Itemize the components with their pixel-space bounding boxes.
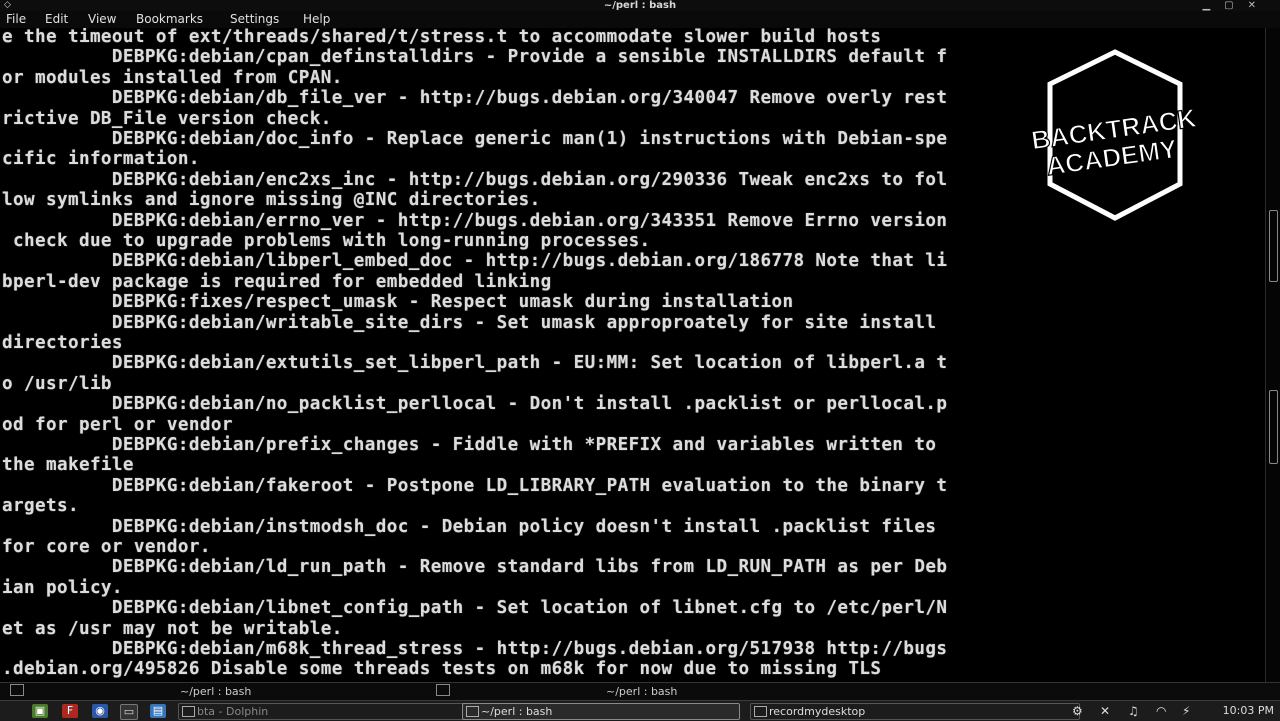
terminal-line: o /usr/lib (2, 373, 112, 394)
terminal-line: DEBPKG:debian/writable_site_dirs - Set u… (2, 312, 937, 333)
terminal-line: DEBPKG:debian/prefix_changes - Fiddle wi… (2, 435, 937, 455)
terminal-tabbar: ~/perl : bash ~/perl : bash (0, 682, 1280, 701)
terminal-line: the makefile (2, 455, 134, 476)
terminal-line: DEBPKG:debian/ld_run_path - Remove stand… (2, 557, 948, 578)
terminal-line: DEBPKG:fixes/respect_umask - Respect uma… (2, 292, 794, 313)
terminal-line: bperl-dev package is required for embedd… (2, 271, 552, 292)
terminal-line: DEBPKG:debian/fakeroot - Postpone LD_LIB… (2, 475, 948, 496)
scrollbar-thumb[interactable] (1269, 210, 1278, 282)
minimize-icon[interactable]: ▁ (1202, 0, 1224, 11)
terminal-line: e the timeout of ext/threads/shared/t/st… (2, 28, 882, 47)
window-titlebar: ◇ ~/perl : bash ▁▢✕ (0, 0, 1280, 11)
menubar: File Edit View Bookmarks Settings Help (0, 11, 1280, 28)
menu-edit[interactable]: Edit (45, 12, 68, 26)
terminal-line: for core or vendor. (2, 537, 211, 557)
terminal-line: .debian.org/495826 Disable some threads … (2, 659, 882, 680)
task-dolphin[interactable]: bta - Dolphin (178, 703, 468, 720)
menu-settings[interactable]: Settings (230, 12, 279, 26)
menu-file[interactable]: File (6, 12, 26, 26)
clock[interactable]: 10:03 PM (1223, 704, 1274, 717)
terminal-scrollbar[interactable] (1265, 28, 1280, 682)
file-manager-icon[interactable]: ▤ (150, 704, 166, 718)
terminal-line: DEBPKG:debian/libperl_embed_doc - http:/… (2, 251, 948, 272)
tab-menu-icon[interactable] (436, 684, 450, 696)
volume-icon[interactable]: ♫ (1128, 704, 1139, 718)
terminal-line: DEBPKG:debian/doc_info - Replace generic… (2, 129, 948, 149)
power-icon[interactable]: ⚡ (1182, 704, 1190, 718)
terminal-line: DEBPKG:debian/cpan_definstalldirs - Prov… (2, 47, 948, 68)
menu-help[interactable]: Help (303, 12, 330, 26)
scrollbar-thumb-secondary[interactable] (1269, 390, 1278, 464)
terminal-line: ian policy. (2, 577, 123, 598)
terminal-line: argets. (2, 496, 79, 517)
terminal-line: DEBPKG:debian/errno_ver - http://bugs.de… (2, 210, 948, 231)
tools-tray-icon[interactable]: ✕ (1100, 704, 1110, 718)
task-recordmydesktop-label: recordmydesktop (769, 705, 866, 718)
terminal-line: DEBPKG:debian/extutils_set_libperl_path … (2, 353, 948, 374)
tab-1[interactable]: ~/perl : bash (180, 685, 251, 698)
browser-icon[interactable]: ◉ (92, 704, 108, 718)
terminal-line: DEBPKG:debian/db_file_ver - http://bugs.… (2, 88, 948, 109)
task-bash-label: ~/perl : bash (481, 705, 553, 718)
maximize-icon[interactable]: ▢ (1224, 0, 1247, 11)
terminal-icon (466, 706, 479, 717)
tab-2[interactable]: ~/perl : bash (606, 685, 677, 698)
window-controls: ▁▢✕ (1202, 0, 1270, 11)
task-recordmydesktop[interactable]: recordmydesktop (750, 703, 1080, 720)
window-title: ~/perl : bash (603, 0, 677, 11)
menu-view[interactable]: View (88, 12, 116, 26)
filezilla-icon[interactable]: F (62, 704, 78, 718)
menu-bookmarks[interactable]: Bookmarks (136, 12, 203, 26)
terminal-line: DEBPKG:debian/no_packlist_perllocal - Do… (2, 394, 948, 415)
kde-menu-icon[interactable]: ▣ (32, 704, 48, 718)
terminal-line: check due to upgrade problems with long-… (2, 231, 651, 251)
taskbar: ▣ F ◉ ▭ ▤ bta - Dolphin ~/perl : bash re… (0, 700, 1280, 721)
terminal-line: DEBPKG:debian/libnet_config_path - Set l… (2, 598, 948, 619)
terminal-line: DEBPKG:debian/instmodsh_doc - Debian pol… (2, 516, 937, 537)
terminal-line: et as /usr may not be writable. (2, 618, 343, 639)
terminal-line: rictive DB_File version check. (2, 108, 332, 129)
wifi-icon[interactable]: ◠ (1156, 704, 1166, 718)
network-tray-icon[interactable]: ⚙ (1072, 704, 1083, 718)
terminal-line: low symlinks and ignore missing @INC dir… (2, 190, 541, 211)
new-tab-icon[interactable] (10, 684, 24, 696)
terminal-line: DEBPKG:debian/m68k_thread_stress - http:… (2, 639, 948, 659)
terminal-line: DEBPKG:debian/enc2xs_inc - http://bugs.d… (2, 169, 948, 190)
recordmydesktop-icon (754, 706, 767, 717)
task-dolphin-label: bta - Dolphin (197, 705, 269, 718)
close-icon[interactable]: ✕ (1248, 0, 1270, 11)
terminal-line: directories (2, 333, 123, 353)
backtrack-academy-watermark: BACKTRACK ACADEMY (1030, 49, 1199, 221)
dolphin-icon (182, 706, 195, 717)
terminal-line: cific information. (2, 149, 200, 170)
terminal-line: od for perl or vendor (2, 414, 233, 435)
terminal-launcher-icon[interactable]: ▭ (120, 704, 138, 720)
terminal-line: or modules installed from CPAN. (2, 67, 343, 88)
task-bash[interactable]: ~/perl : bash (462, 703, 740, 720)
